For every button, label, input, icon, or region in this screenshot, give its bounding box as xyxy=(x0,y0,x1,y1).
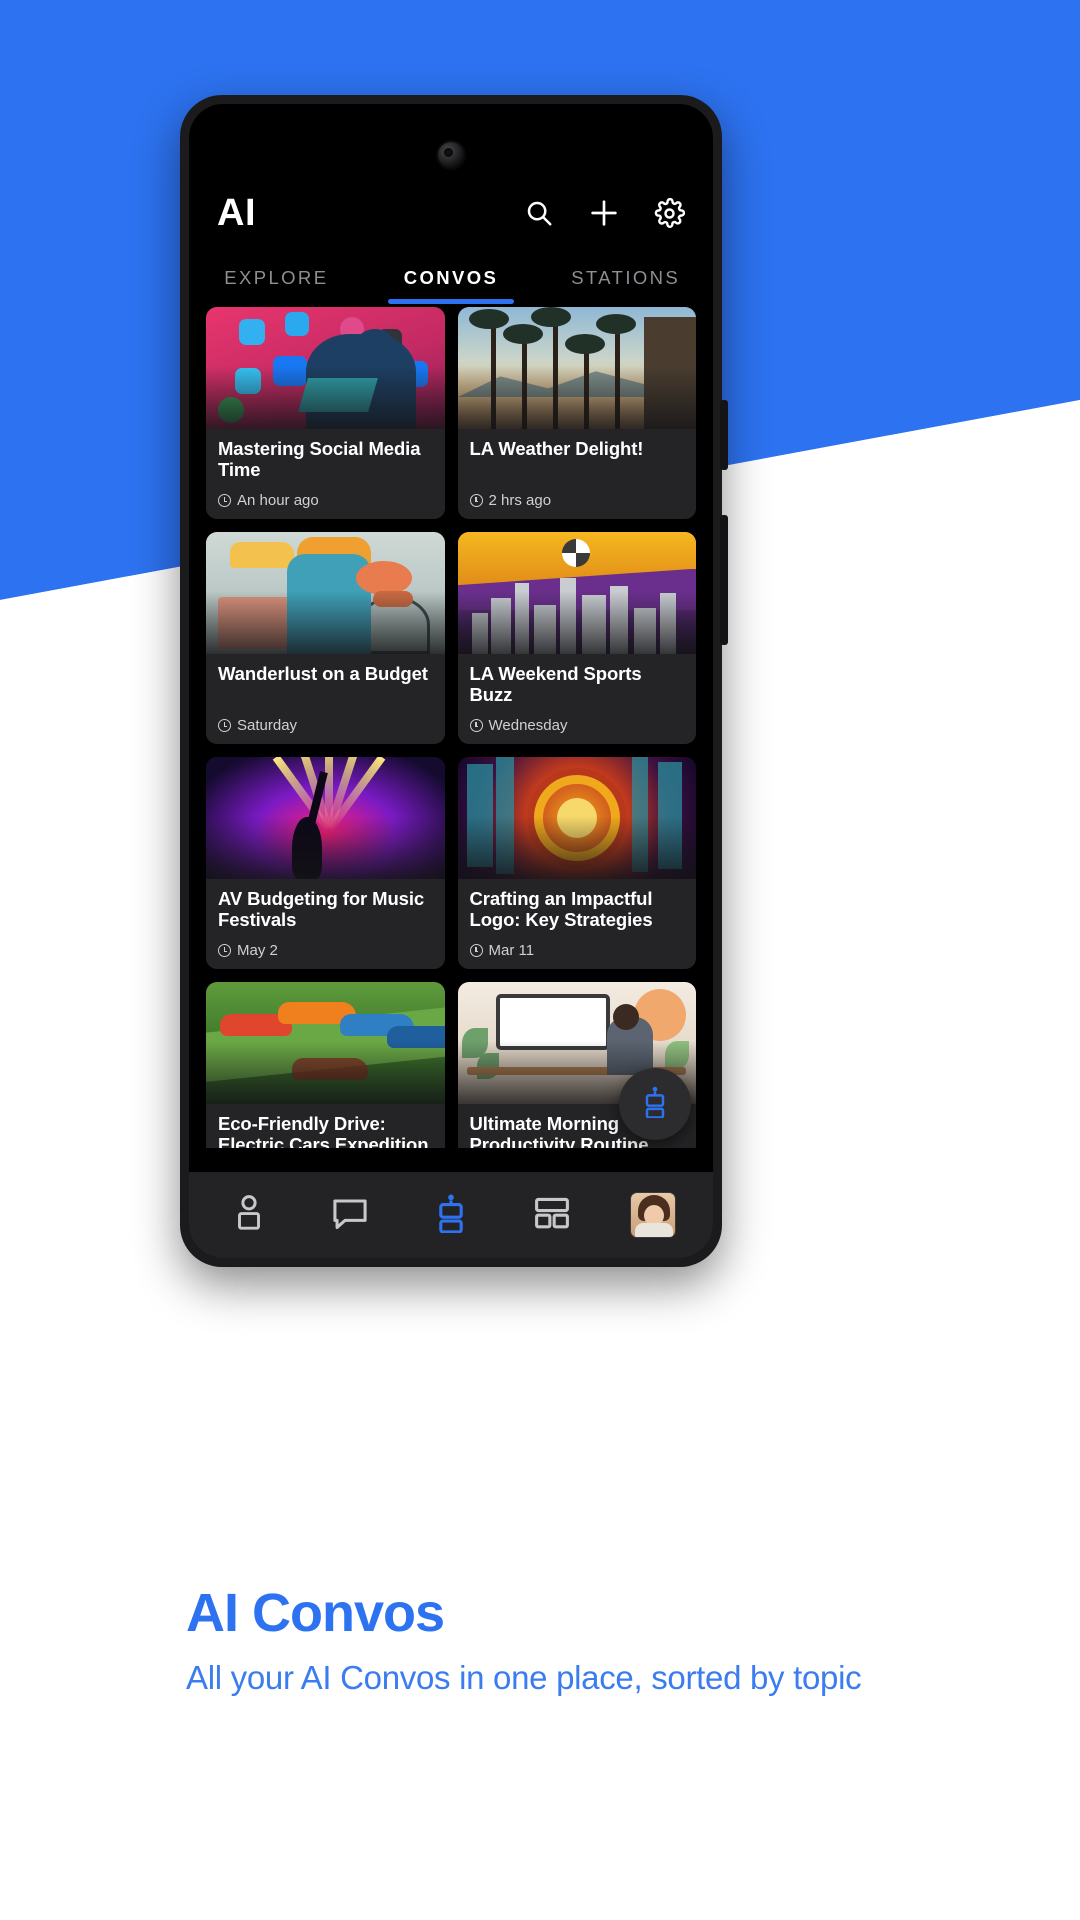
image-gradient-overlay xyxy=(206,365,445,429)
image-gradient-overlay xyxy=(206,590,445,654)
card-title: Wanderlust on a Budget xyxy=(218,663,428,684)
clock-icon xyxy=(469,944,483,957)
gear-icon[interactable] xyxy=(654,197,685,229)
card-body: Wanderlust on a Budget Saturday xyxy=(206,654,445,744)
card-image xyxy=(206,532,445,654)
avatar xyxy=(629,1192,676,1238)
chat-bubble-icon xyxy=(330,1194,370,1237)
clock-icon xyxy=(218,719,231,732)
card-body: LA Weather Delight! 2 hrs ago xyxy=(457,429,696,519)
card-body: Eco-Friendly Drive: Electric Cars Expedi… xyxy=(206,1104,445,1148)
image-gradient-overlay xyxy=(206,1040,445,1104)
card-image xyxy=(206,757,445,879)
nav-item-dashboard[interactable] xyxy=(501,1194,602,1237)
clock-icon xyxy=(469,719,483,732)
card-meta: May 2 xyxy=(218,942,433,959)
phone-side-button-power xyxy=(720,515,728,645)
card-timestamp: Mar 11 xyxy=(488,942,535,959)
card-title: Mastering Social Media Time xyxy=(218,438,421,481)
card-image xyxy=(457,757,696,879)
table-row[interactable]: Mastering Social Media Time An hour ago xyxy=(206,307,445,519)
table-row[interactable]: Crafting an Impactful Logo: Key Strategi… xyxy=(457,757,696,969)
nav-item-ai[interactable] xyxy=(401,1193,502,1238)
nav-item-chats[interactable] xyxy=(300,1194,401,1237)
clock-icon xyxy=(218,494,231,507)
clock-icon xyxy=(218,944,231,957)
card-body: LA Weekend Sports Buzz Wednesday xyxy=(457,654,696,744)
robot-icon xyxy=(640,1086,670,1123)
card-body: AV Budgeting for Music Festivals May 2 xyxy=(206,879,445,969)
card-title: AV Budgeting for Music Festivals xyxy=(218,888,425,931)
image-gradient-overlay xyxy=(206,815,445,879)
bottom-navigation-bar xyxy=(189,1172,713,1258)
card-meta: An hour ago xyxy=(218,492,433,509)
phone-mockup: AI EXPLORE CONVOS STATIONS Mastering Soc… xyxy=(180,95,728,1267)
tab-convos[interactable]: CONVOS xyxy=(364,252,539,304)
nav-item-profile[interactable] xyxy=(199,1194,300,1237)
card-image xyxy=(457,532,696,654)
nav-item-account[interactable] xyxy=(602,1192,703,1238)
table-row[interactable]: Wanderlust on a Budget Saturday xyxy=(206,532,445,744)
tab-bar: EXPLORE CONVOS STATIONS xyxy=(189,252,713,304)
card-meta: Wednesday xyxy=(469,717,685,734)
ai-fab-button[interactable] xyxy=(619,1068,691,1140)
table-row[interactable]: AV Budgeting for Music Festivals May 2 xyxy=(206,757,445,969)
tab-stations[interactable]: STATIONS xyxy=(538,252,713,304)
person-icon xyxy=(231,1194,267,1237)
card-timestamp: An hour ago xyxy=(237,492,319,509)
footer-copy: AI Convos All your AI Convos in one plac… xyxy=(186,1586,926,1699)
robot-icon xyxy=(433,1193,469,1238)
app-header: AI xyxy=(189,176,713,250)
header-actions xyxy=(524,197,685,229)
app-title: AI xyxy=(217,191,256,234)
card-timestamp: May 2 xyxy=(237,942,278,959)
card-body: Mastering Social Media Time An hour ago xyxy=(206,429,445,519)
card-image xyxy=(457,307,696,429)
phone-screen: AI EXPLORE CONVOS STATIONS Mastering Soc… xyxy=(189,104,713,1258)
card-image xyxy=(206,982,445,1104)
card-timestamp: 2 hrs ago xyxy=(488,492,552,509)
page-subtitle: All your AI Convos in one place, sorted … xyxy=(186,1659,862,1696)
front-camera-punch-hole xyxy=(438,142,464,168)
card-meta: Saturday xyxy=(218,717,433,734)
card-title: Eco-Friendly Drive: Electric Cars Expedi… xyxy=(218,1113,429,1148)
table-row[interactable]: LA Weekend Sports Buzz Wednesday xyxy=(457,532,696,744)
card-image xyxy=(206,307,445,429)
card-meta: Mar 11 xyxy=(469,942,685,959)
convos-grid: Mastering Social Media Time An hour ago xyxy=(189,307,713,1148)
clock-icon xyxy=(469,494,483,507)
card-timestamp: Saturday xyxy=(237,717,298,734)
image-gradient-overlay xyxy=(457,365,696,429)
plus-icon[interactable] xyxy=(588,197,620,229)
image-gradient-overlay xyxy=(457,815,696,879)
card-title: LA Weekend Sports Buzz xyxy=(469,663,642,706)
search-icon[interactable] xyxy=(524,198,554,228)
page-title: AI Convos xyxy=(186,1583,445,1643)
phone-side-button-volume xyxy=(720,400,728,470)
card-body: Crafting an Impactful Logo: Key Strategi… xyxy=(457,879,696,969)
image-gradient-overlay xyxy=(457,590,696,654)
card-title: Crafting an Impactful Logo: Key Strategi… xyxy=(469,888,653,931)
card-timestamp: Wednesday xyxy=(488,717,568,734)
tab-explore[interactable]: EXPLORE xyxy=(189,252,364,304)
card-meta: 2 hrs ago xyxy=(469,492,685,509)
card-title: LA Weather Delight! xyxy=(469,438,644,459)
table-row[interactable]: LA Weather Delight! 2 hrs ago xyxy=(457,307,696,519)
grid-icon xyxy=(532,1194,572,1237)
table-row[interactable]: Eco-Friendly Drive: Electric Cars Expedi… xyxy=(206,982,445,1148)
